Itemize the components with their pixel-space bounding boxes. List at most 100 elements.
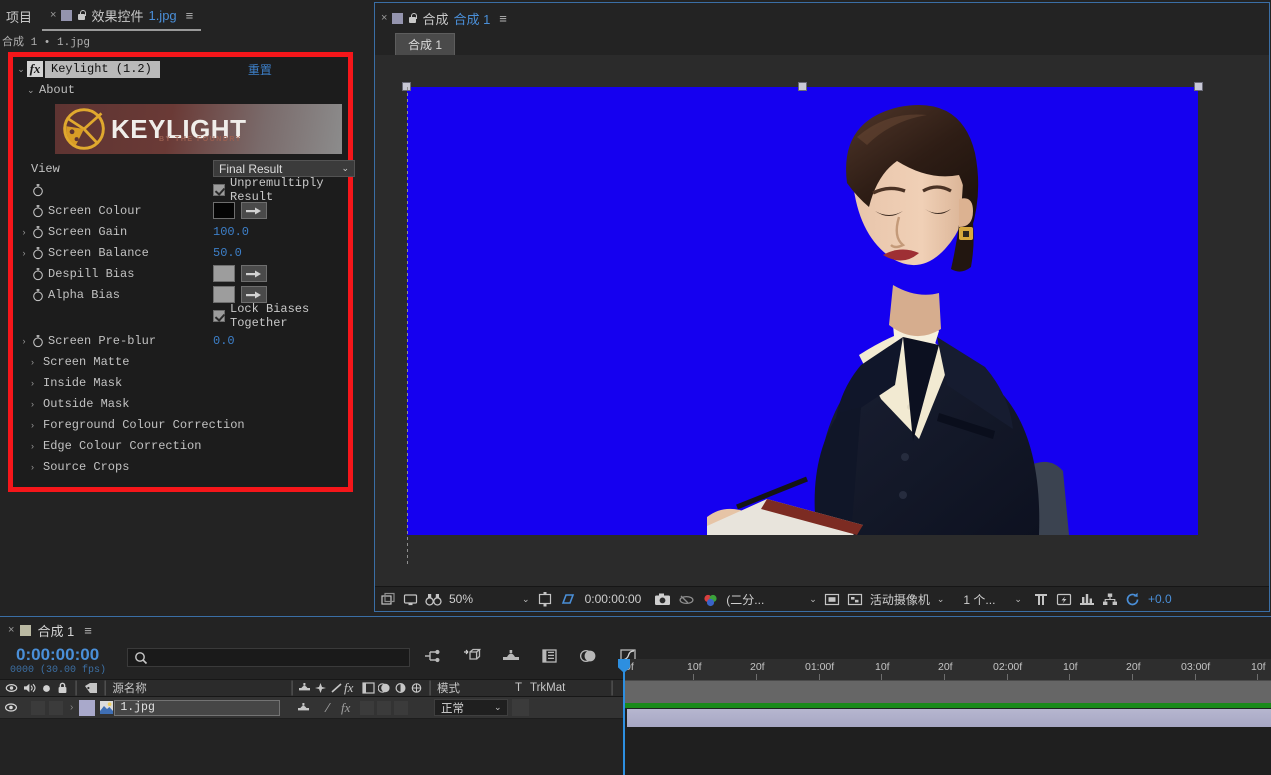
composition-mini-flowchart-icon[interactable] xyxy=(424,648,442,664)
selection-handle-tr[interactable] xyxy=(1194,82,1203,91)
composition-chip[interactable]: 合成 1 xyxy=(395,32,456,56)
stopwatch-icon[interactable] xyxy=(31,334,45,348)
lock-icon[interactable] xyxy=(57,682,68,694)
resolution-value[interactable]: (二分... xyxy=(726,591,764,608)
chevron-down-icon[interactable]: ⌄ xyxy=(522,594,530,605)
chevron-down-icon[interactable]: ⌄ xyxy=(27,85,39,96)
eyedropper-icon[interactable] xyxy=(241,202,267,219)
switch-motion-blur-icon[interactable] xyxy=(378,682,391,694)
group-row-inside-mask[interactable]: › Inside Mask xyxy=(13,372,348,393)
frame-blending-icon[interactable] xyxy=(541,648,559,664)
switch-shy-icon[interactable] xyxy=(298,682,311,694)
solo-icon[interactable] xyxy=(41,683,52,694)
chevron-down-icon[interactable]: ⌄ xyxy=(15,64,27,75)
exposure-value[interactable]: +0.0 xyxy=(1148,592,1172,606)
monitor-icon[interactable] xyxy=(403,592,418,607)
layer-audio-toggle[interactable] xyxy=(31,700,45,715)
eye-icon[interactable] xyxy=(5,682,18,694)
snapshot-icon[interactable] xyxy=(654,592,671,607)
stopwatch-icon[interactable] xyxy=(31,246,45,260)
layer-source-name[interactable]: 1.jpg xyxy=(114,699,281,716)
timeline-track-area[interactable] xyxy=(623,681,1271,775)
group-row-edge-colour-correction[interactable]: › Edge Colour Correction xyxy=(13,435,348,456)
layer-visibility-icon[interactable] xyxy=(4,701,18,714)
hide-shy-layers-icon[interactable] xyxy=(502,648,520,664)
timeline-layer-duration-bar[interactable] xyxy=(627,709,1271,727)
screen-preblur-value[interactable]: 0.0 xyxy=(213,334,235,348)
view-dropdown[interactable]: Final Result ⌄ xyxy=(213,160,355,177)
stopwatch-icon[interactable] xyxy=(31,225,45,239)
stopwatch-icon[interactable] xyxy=(31,183,45,197)
fast-previews-icon[interactable] xyxy=(1056,592,1072,607)
close-icon[interactable]: × xyxy=(50,9,56,21)
timeline-work-area[interactable] xyxy=(623,681,1271,703)
lock-icon[interactable] xyxy=(77,9,86,21)
label-tag-icon[interactable] xyxy=(84,682,98,694)
panel-menu-icon[interactable]: ≡ xyxy=(84,623,92,638)
close-icon[interactable]: × xyxy=(381,12,387,24)
switch-collapse-icon[interactable] xyxy=(314,682,327,694)
effect-header-row[interactable]: ⌄ fx Keylight (1.2) 重置 xyxy=(13,59,348,79)
effect-name[interactable]: Keylight (1.2) xyxy=(45,60,160,78)
close-icon[interactable]: × xyxy=(8,624,14,636)
screen-gain-value[interactable]: 100.0 xyxy=(213,225,249,239)
chevron-right-icon[interactable]: › xyxy=(17,248,31,258)
column-header-mode[interactable]: 模式 xyxy=(437,680,460,696)
panel-menu-icon[interactable]: ≡ xyxy=(186,8,194,23)
audio-icon[interactable] xyxy=(23,682,36,694)
selection-handle-tc[interactable] xyxy=(798,82,807,91)
timeline-search-field[interactable] xyxy=(127,648,410,667)
chevron-down-icon[interactable]: ⌄ xyxy=(1014,594,1022,605)
timeline-timecode[interactable]: 0:00:00:00 xyxy=(16,645,99,665)
chevron-right-icon[interactable]: › xyxy=(70,702,73,713)
timeline-ruler[interactable]: 0f 10f 20f 01:00f 10f 20f 02:00f 10f 20f… xyxy=(623,659,1271,681)
lock-icon[interactable] xyxy=(408,12,417,24)
column-header-source-name[interactable]: 源名称 xyxy=(112,680,147,696)
chevron-right-icon[interactable]: › xyxy=(17,227,31,237)
layer-quality-switch[interactable]: ∕ xyxy=(327,700,329,715)
stopwatch-icon[interactable] xyxy=(31,267,45,281)
comp-flowchart-icon[interactable] xyxy=(1102,592,1118,607)
motion-blur-icon[interactable] xyxy=(580,648,598,664)
chevron-right-icon[interactable]: › xyxy=(31,441,43,451)
composition-stage[interactable] xyxy=(375,55,1269,588)
panel-menu-icon[interactable]: ≡ xyxy=(499,11,507,26)
unpremultiply-checkbox[interactable] xyxy=(213,183,225,196)
transparency-checker-icon[interactable] xyxy=(847,592,863,607)
layer-label-color[interactable] xyxy=(79,699,96,716)
chevron-right-icon[interactable]: › xyxy=(31,420,43,430)
layer-effects-switch-icon[interactable]: fx xyxy=(341,700,350,716)
timeline-playhead[interactable] xyxy=(618,659,630,775)
eyedropper-icon[interactable] xyxy=(241,286,267,303)
chevron-down-icon[interactable]: ⌄ xyxy=(937,594,945,605)
layer-trkmat-cell[interactable] xyxy=(512,699,529,716)
switch-frame-blend-icon[interactable] xyxy=(362,682,375,694)
binoculars-icon[interactable] xyxy=(425,592,442,607)
stopwatch-icon[interactable] xyxy=(31,288,45,302)
column-header-trkmat[interactable]: TrkMat xyxy=(530,682,565,694)
group-row-screen-matte[interactable]: › Screen Matte xyxy=(13,351,348,372)
chevron-right-icon[interactable]: › xyxy=(31,378,43,388)
switch-effects-icon[interactable]: fx xyxy=(344,680,353,696)
despill-bias-swatch[interactable] xyxy=(213,265,235,282)
reset-exposure-icon[interactable] xyxy=(1125,592,1141,607)
pixel-aspect-icon[interactable] xyxy=(1033,592,1049,607)
chevron-right-icon[interactable]: › xyxy=(31,462,43,472)
group-row-outside-mask[interactable]: › Outside Mask xyxy=(13,393,348,414)
chevron-right-icon[interactable]: › xyxy=(31,399,43,409)
channel-rgb-icon[interactable] xyxy=(702,592,719,607)
switch-3d-layer-icon[interactable] xyxy=(410,682,423,694)
column-header-t[interactable]: T xyxy=(515,682,522,694)
chevron-right-icon[interactable]: › xyxy=(17,336,31,346)
chevron-down-icon[interactable]: ⌄ xyxy=(809,594,817,605)
screen-balance-value[interactable]: 50.0 xyxy=(213,246,242,260)
current-timecode[interactable]: 0:00:00:00 xyxy=(585,592,642,606)
layer-motion-blur-switch[interactable] xyxy=(377,700,391,715)
switch-quality-icon[interactable] xyxy=(330,682,343,694)
zoom-level[interactable]: 50% xyxy=(449,592,473,606)
screen-colour-swatch[interactable] xyxy=(213,202,235,219)
draft-3d-icon[interactable] xyxy=(463,648,481,664)
eyedropper-icon[interactable] xyxy=(241,265,267,282)
layer-3d-switch[interactable] xyxy=(394,700,408,715)
lock-biases-checkbox-wrap[interactable]: Lock Biases Together xyxy=(213,302,348,330)
